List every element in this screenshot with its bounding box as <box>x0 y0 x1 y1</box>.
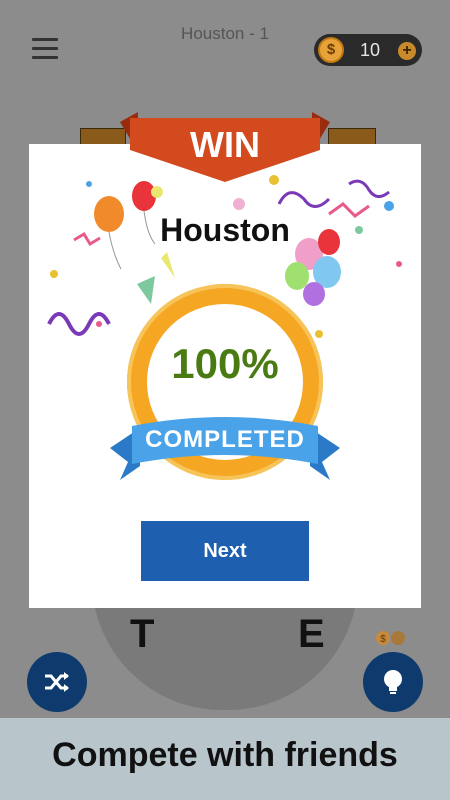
win-label: WIN <box>190 124 260 165</box>
coin-balance: $ 10 + <box>314 34 422 66</box>
shuffle-button[interactable] <box>27 652 87 712</box>
completed-label: COMPLETED <box>145 426 305 453</box>
svg-text:$: $ <box>380 634 386 645</box>
lightbulb-icon <box>384 670 402 694</box>
coin-stack-icon: $ <box>376 631 405 645</box>
letter-tile[interactable]: T <box>130 612 154 657</box>
completion-percent: 100% <box>171 340 279 387</box>
next-button[interactable]: Next <box>141 521 309 581</box>
coin-icon: $ <box>318 37 344 63</box>
promo-bar: Compete with friends <box>0 718 450 800</box>
add-coins-button[interactable]: + <box>398 42 416 60</box>
city-name: Houston <box>160 212 290 248</box>
promo-tagline: Compete with friends <box>52 736 398 774</box>
top-bar: Houston - 1 $ 10 + <box>0 0 450 90</box>
hint-button[interactable] <box>363 652 423 712</box>
coin-count: 10 <box>360 40 381 60</box>
letter-tile[interactable]: E <box>298 612 325 657</box>
shuffle-icon <box>45 672 69 692</box>
